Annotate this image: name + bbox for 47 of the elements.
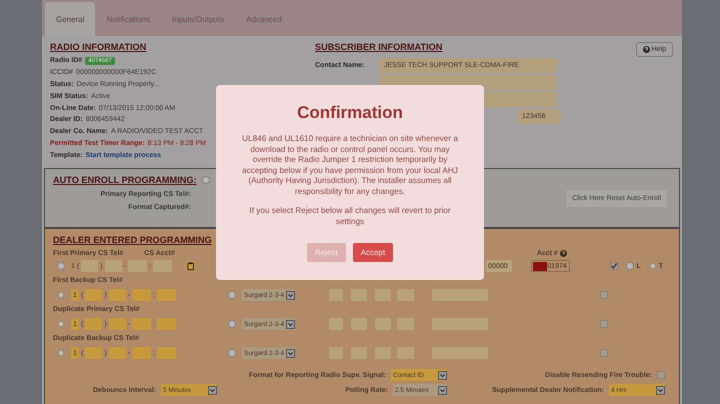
radio-button[interactable] xyxy=(228,320,236,328)
dialog-title: Confirmation xyxy=(297,103,403,123)
input-field[interactable] xyxy=(108,289,126,301)
checkbox[interactable] xyxy=(657,371,665,379)
input-field[interactable] xyxy=(85,289,102,301)
radio-button[interactable] xyxy=(626,262,634,270)
section-heading: AUTO ENROLL PROGRAMMING: xyxy=(53,175,197,185)
caret-icon xyxy=(438,386,447,394)
input-field[interactable] xyxy=(132,318,152,330)
radio-button[interactable] xyxy=(648,262,657,270)
text-selection xyxy=(533,262,548,270)
radio-button[interactable] xyxy=(57,320,65,328)
input-field[interactable] xyxy=(132,347,152,359)
checkbox[interactable] xyxy=(600,291,608,299)
caret-icon xyxy=(286,290,295,300)
radio-button[interactable] xyxy=(202,176,210,184)
radio-button[interactable] xyxy=(57,291,65,299)
caret-icon xyxy=(438,370,447,380)
caret-icon xyxy=(286,320,295,328)
caret-icon xyxy=(208,386,217,394)
dialog-message: If you select Reject below all changes will revert to prior settings xyxy=(248,206,452,227)
clipboard-icon[interactable] xyxy=(186,261,196,271)
input-field[interactable] xyxy=(156,289,176,301)
input-field[interactable] xyxy=(108,347,126,359)
radio-button[interactable] xyxy=(228,349,236,357)
radio-button[interactable] xyxy=(57,349,65,357)
help-icon xyxy=(642,46,650,53)
radio-button[interactable] xyxy=(228,291,236,299)
section-heading: DEALER ENTERED PROGRAMMING xyxy=(53,235,212,245)
input-field[interactable] xyxy=(156,347,176,359)
checkbox[interactable] xyxy=(600,349,608,357)
input-field[interactable] xyxy=(156,318,176,330)
radio-button[interactable] xyxy=(57,262,65,270)
caret-icon xyxy=(656,386,665,394)
checkbox[interactable] xyxy=(610,262,618,270)
section-heading: RADIO INFORMATION xyxy=(50,42,146,52)
input-field[interactable] xyxy=(108,318,126,330)
input-field[interactable] xyxy=(85,318,102,330)
input-field[interactable] xyxy=(85,347,102,359)
help-icon xyxy=(560,250,567,256)
accept-button[interactable]: Accept xyxy=(352,243,394,262)
tab[interactable]: General xyxy=(45,2,96,36)
caret-icon xyxy=(286,348,295,358)
checkbox[interactable] xyxy=(600,320,608,328)
section-heading: SUBSCRIBER INFORMATION xyxy=(315,42,442,52)
dialog-message: UL846 and UL1610 require a technician on site whenever a download to the radio or control panel occurs. You may override the Radio Jumper 1 restriction temporarily by accepting below if you have permission from your local AHJ (Authority Having Jurisdiction). The installer assumes all responsibility for any changes. xyxy=(241,134,459,197)
input-field[interactable] xyxy=(132,289,152,301)
